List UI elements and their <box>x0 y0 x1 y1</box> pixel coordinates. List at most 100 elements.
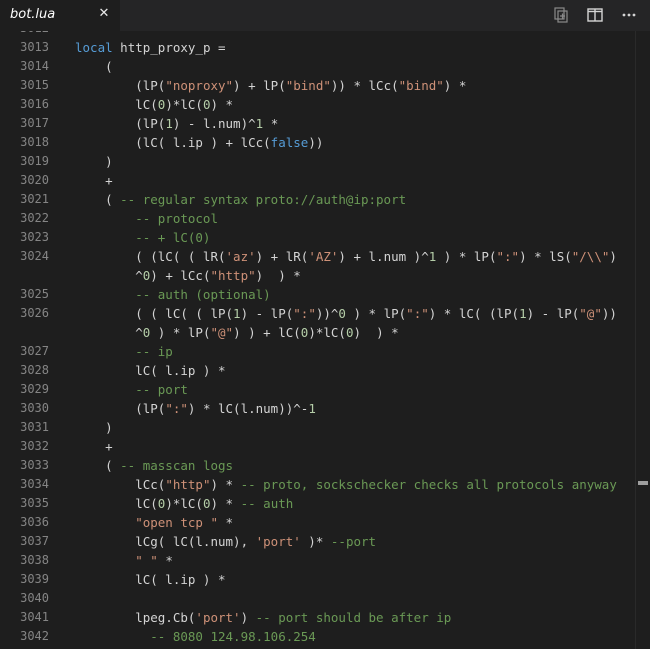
code-token: 'port' <box>195 610 241 625</box>
code-line[interactable]: ( -- regular syntax proto://auth@ip:port <box>75 190 406 209</box>
code-token: )* <box>300 534 331 549</box>
code-token: ":" <box>293 306 316 321</box>
code-line[interactable]: -- 8080 124.98.106.254 <box>75 627 316 646</box>
code-token: 1 <box>165 116 173 131</box>
code-token: + <box>75 439 113 454</box>
code-token: -- port should be after ip <box>255 610 452 625</box>
code-token: ( <box>75 192 121 207</box>
code-token: ) + lCc( <box>150 268 211 283</box>
code-line[interactable]: ( (lC( ( lR('az') + lR('AZ') + l.num )^1… <box>75 247 617 266</box>
code-line[interactable]: lC(0)*lC(0) * -- auth <box>75 494 293 513</box>
code-line[interactable]: lC( l.ip ) * <box>75 570 226 589</box>
code-line[interactable]: ) <box>75 418 113 437</box>
code-token: lC( l.ip ) * <box>75 572 226 587</box>
code-token: ) + lR( <box>255 249 309 264</box>
code-token: false <box>270 135 309 150</box>
close-icon[interactable]: ✕ <box>97 6 111 22</box>
code-token: local <box>75 40 113 55</box>
code-token: -- auth (optional) <box>75 287 271 302</box>
code-line[interactable]: (lP(":") * lC(l.num))^-1 <box>75 399 316 418</box>
code-token: ) * lC(l.num))^- <box>187 401 309 416</box>
code-token: "bind" <box>285 78 331 93</box>
code-token: ) - lP( <box>526 306 580 321</box>
code-line[interactable]: -- ip <box>75 342 173 361</box>
line-number: 3028 <box>20 363 49 377</box>
code-token: (lP( <box>75 116 166 131</box>
line-number: 3017 <box>20 116 49 130</box>
code-token: 'AZ' <box>308 249 339 264</box>
line-number: 3016 <box>20 97 49 111</box>
code-line[interactable]: "open tcp " * <box>75 513 233 532</box>
code-token: ) - lP( <box>240 306 294 321</box>
code-token: 0 <box>338 306 346 321</box>
code-token: http_proxy_p = <box>112 40 226 55</box>
code-token: ( <box>75 59 113 74</box>
code-line[interactable]: ) <box>75 152 113 171</box>
code-token: lCg( lC(l.num), <box>75 534 256 549</box>
code-token: ^ <box>75 268 143 283</box>
code-token: 0 <box>202 496 211 511</box>
code-line[interactable]: ( ( lC( ( lP(1) - lP(":"))^0 ) * lP(":")… <box>75 304 617 323</box>
code-line[interactable]: lCg( lC(l.num), 'port' )* --port <box>75 532 376 551</box>
code-token: 1 <box>308 401 316 416</box>
code-line[interactable]: ( -- masscan logs <box>75 456 233 475</box>
code-line[interactable]: ^0 ) * lP("@") ) + lC(0)*lC(0) ) * <box>75 323 399 342</box>
code-line[interactable]: lC(0)*lC(0) * <box>75 95 233 114</box>
code-token: 'az' <box>225 249 256 264</box>
code-editor[interactable]: 3012 3013 3014 3015 3016 3017 3018 3019 3020 3021… <box>0 31 650 649</box>
code-token: "/\\" <box>571 249 610 264</box>
code-token: ":" <box>496 249 520 264</box>
code-token: ) ) * <box>353 325 399 340</box>
line-number: 3025 <box>20 287 49 301</box>
code-token: lC( <box>75 97 158 112</box>
line-number <box>0 323 49 342</box>
code-line[interactable]: " " * <box>75 551 173 570</box>
code-line[interactable]: -- auth (optional) <box>75 285 271 304</box>
code-line[interactable]: (lC( l.ip ) + lCc(false)) <box>75 133 323 152</box>
code-line[interactable]: -- + lC(0) <box>75 228 210 247</box>
code-line[interactable]: lCc("http") * -- proto, sockschecker che… <box>75 475 617 494</box>
code-token: ) ) * <box>255 268 301 283</box>
code-token: ) * lP( <box>345 306 407 321</box>
code-token: ) <box>240 610 256 625</box>
code-line[interactable]: (lP("noproxy") + lP("bind")) * lCc("bind… <box>75 76 466 95</box>
code-token: -- port <box>75 382 188 397</box>
code-line[interactable]: -- port <box>75 380 188 399</box>
code-area[interactable]: local http_proxy_p = ( (lP("noproxy") + … <box>75 31 636 649</box>
vertical-scrollbar[interactable] <box>635 31 650 649</box>
code-line[interactable]: + <box>75 437 113 456</box>
code-line[interactable]: local http_proxy_p = <box>75 38 226 57</box>
code-token: ) ) + lC( <box>233 325 301 340</box>
code-token: 1 <box>233 306 241 321</box>
code-token: * <box>263 116 279 131</box>
code-token: ) + lP( <box>233 78 286 93</box>
code-token: 'port' <box>255 534 301 549</box>
code-token: "@" <box>579 306 602 321</box>
code-line[interactable]: -- protocol <box>75 209 218 228</box>
line-number: 3034 <box>20 477 49 491</box>
code-line[interactable]: + <box>75 171 113 190</box>
overflow-marker-icon <box>638 481 648 485</box>
code-token: ) * <box>443 78 467 93</box>
code-token: ) <box>75 420 113 435</box>
open-changes-icon[interactable] <box>552 6 570 24</box>
code-line[interactable]: ( <box>75 57 113 76</box>
line-number: 3019 <box>20 154 49 168</box>
code-line[interactable]: ^0) + lCc("http") ) * <box>75 266 301 285</box>
code-line[interactable]: lpeg.Cb('port') -- port should be after … <box>75 608 451 627</box>
code-token: (lC( l.ip ) + lCc( <box>75 135 271 150</box>
code-token: --port <box>330 534 377 549</box>
line-number <box>0 266 49 285</box>
code-token: )*lC( <box>308 325 346 340</box>
editor-actions <box>552 6 638 24</box>
code-line[interactable]: (lP(1) - l.num)^1 * <box>75 114 278 133</box>
more-actions-icon[interactable] <box>620 6 638 24</box>
split-editor-icon[interactable] <box>586 6 604 24</box>
code-token: ) * <box>210 477 241 492</box>
code-token: " " <box>75 553 158 568</box>
code-token: -- proto, sockschecker checks all protoc… <box>240 477 617 492</box>
tab-bot-lua[interactable]: bot.lua ✕ <box>0 0 120 31</box>
code-line[interactable]: lC( l.ip ) * <box>75 361 225 380</box>
code-token: ) - l.num)^ <box>172 116 256 131</box>
line-number: 3037 <box>20 534 49 548</box>
